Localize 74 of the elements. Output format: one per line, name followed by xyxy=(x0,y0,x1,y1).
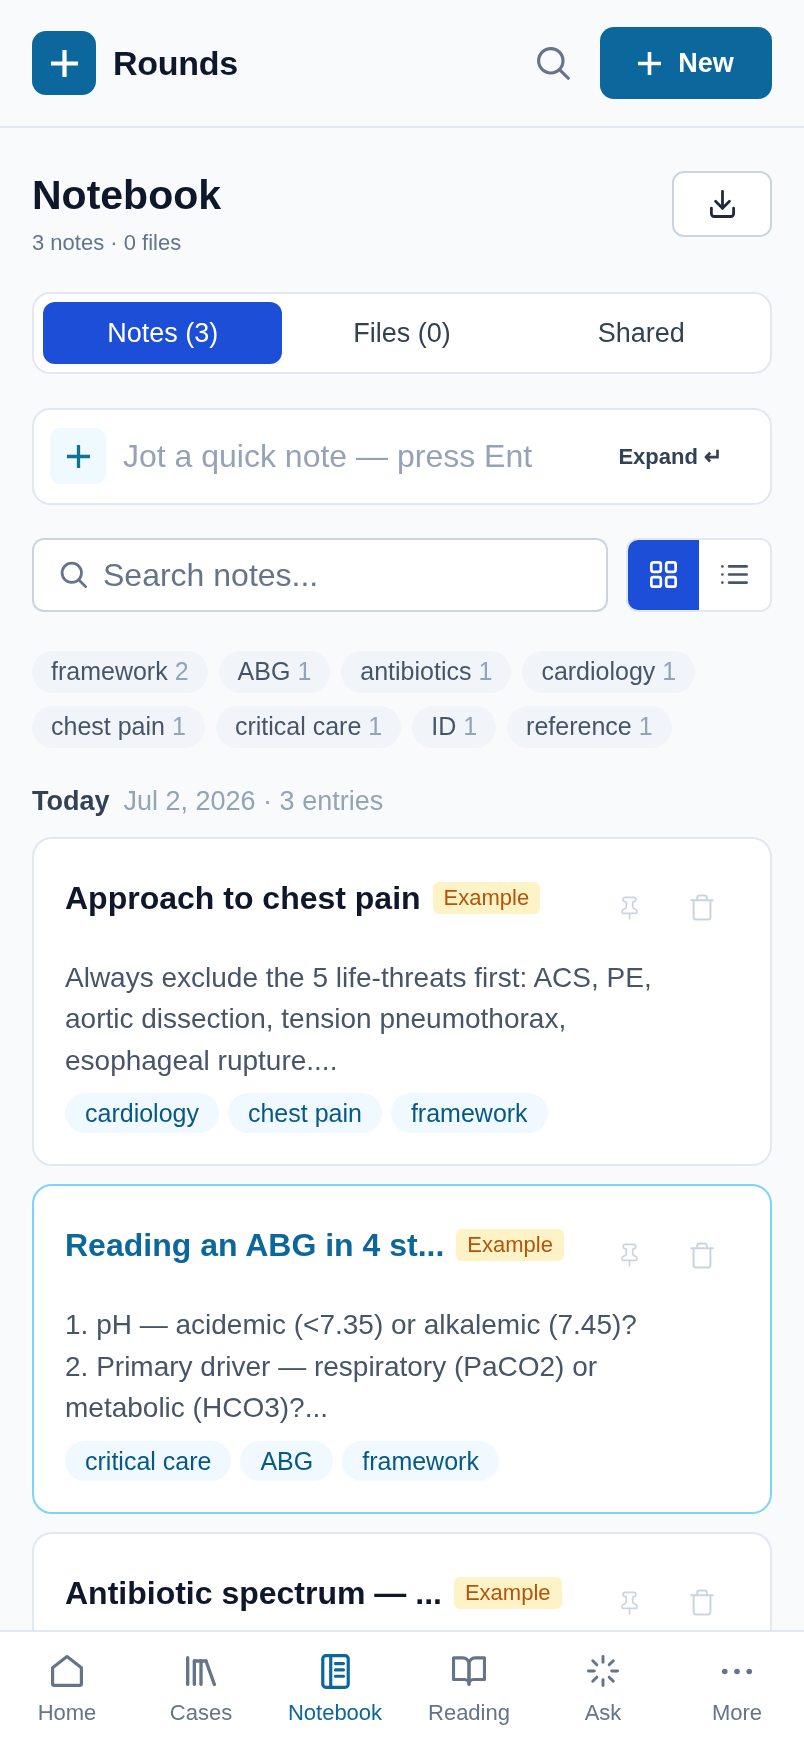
nav-label: More xyxy=(711,1700,763,1726)
search-button[interactable] xyxy=(536,46,570,80)
note-card[interactable]: Reading an ABG in 4 st... Example 1. pH — acidemic (<7.35) or alkalemic (7.45)? 2. Primary driver — respiratory (PaCO2) or metabolic (HCO3)?... critical care ABG framework xyxy=(32,1184,772,1514)
tag-filter-chip[interactable]: framework 2 xyxy=(32,650,208,693)
grid-icon xyxy=(650,561,677,589)
tab[interactable]: Notes (3) xyxy=(43,302,283,364)
app-title: Rounds xyxy=(113,42,238,84)
nav-label: Reading xyxy=(428,1700,510,1726)
nav-tab[interactable]: Ask xyxy=(536,1632,670,1748)
tag-filter-chip[interactable]: cardiology 1 xyxy=(522,650,696,693)
trash-icon xyxy=(690,1241,714,1269)
date-group-label: Today xyxy=(32,784,110,818)
plus-icon xyxy=(638,51,662,75)
example-badge: Example xyxy=(432,881,541,914)
note-title: Antibiotic spectrum — ... xyxy=(65,1573,442,1613)
more-icon xyxy=(721,1667,753,1675)
tag-filter-chip[interactable]: critical care 1 xyxy=(215,705,402,748)
note-title: Approach to chest pain xyxy=(65,878,421,918)
example-badge: Example xyxy=(456,1229,564,1262)
list-icon xyxy=(721,565,748,585)
plus-logo-icon xyxy=(32,31,96,95)
page-title: Notebook xyxy=(32,171,222,219)
note-count: 3 notes · 0 files xyxy=(32,229,183,257)
trash-icon xyxy=(690,1589,714,1617)
quick-note-input[interactable]: Jot a quick note — press Ent xyxy=(123,432,619,481)
nav-tab[interactable]: Reading xyxy=(402,1632,536,1748)
tag-filter-chip[interactable]: ID 1 xyxy=(412,705,497,748)
example-badge: Example xyxy=(453,1576,562,1609)
date-group-meta: Jul 2, 2026 · 3 entries xyxy=(123,784,384,818)
nav-label: Home xyxy=(37,1700,97,1726)
note-preview: Always exclude the 5 life-threats first: ACS, PE, aortic dissection, tension pneumothorax, esophageal rupture.... xyxy=(65,960,653,1078)
tag-filter-chip[interactable]: antibiotics 1 xyxy=(341,650,512,693)
notebook-icon xyxy=(320,1653,350,1689)
tag-filter-chip[interactable]: reference 1 xyxy=(507,705,672,748)
tag-filter-chip[interactable]: ABG 1 xyxy=(218,650,331,693)
delete-button[interactable] xyxy=(690,1589,714,1617)
download-button[interactable] xyxy=(672,171,772,237)
note-tag: framework xyxy=(390,1093,548,1134)
nav-label: Notebook xyxy=(287,1700,383,1726)
search-icon xyxy=(60,561,87,589)
delete-button[interactable] xyxy=(690,894,714,922)
note-tag: ABG xyxy=(240,1440,334,1481)
nav-tab[interactable]: Cases xyxy=(134,1632,268,1748)
note-title: Reading an ABG in 4 st... xyxy=(65,1226,445,1266)
note-card[interactable]: Approach to chest pain Example Always exclude the 5 life-threats first: ACS, PE, aortic dissection, tension pneumothorax, esophageal rupture.... cardiology chest pain framework xyxy=(32,836,772,1167)
add-note-icon[interactable] xyxy=(50,428,106,485)
tag-filter-chip[interactable]: chest pain 1 xyxy=(32,705,205,748)
note-tag: framework xyxy=(342,1440,499,1481)
nav-label: Cases xyxy=(169,1700,233,1726)
delete-button[interactable] xyxy=(690,1241,714,1269)
rays-icon xyxy=(587,1655,619,1687)
tab[interactable]: Shared xyxy=(521,302,761,364)
nav-tab[interactable]: Home xyxy=(0,1632,134,1748)
download-icon xyxy=(709,190,735,218)
note-tag: cardiology xyxy=(65,1093,219,1134)
search-icon xyxy=(536,46,570,80)
nav-tab[interactable]: More xyxy=(670,1632,804,1748)
open-book-icon xyxy=(452,1656,486,1686)
quick-note-field[interactable]: Jot a quick note — press Ent Expand ↵ xyxy=(32,407,772,505)
trash-icon xyxy=(690,894,714,922)
note-tag: chest pain xyxy=(227,1093,382,1134)
grid-view-button[interactable] xyxy=(628,539,699,610)
tab[interactable]: Files (0) xyxy=(282,302,522,364)
nav-label: Ask xyxy=(584,1700,622,1726)
new-button[interactable]: New xyxy=(600,27,772,99)
library-icon xyxy=(186,1656,216,1686)
home-icon xyxy=(51,1655,83,1687)
note-card[interactable]: Antibiotic spectrum — ... Example xyxy=(32,1531,772,1630)
expand-button[interactable]: Expand ↵ xyxy=(618,439,722,473)
note-preview: 1. pH — acidemic (<7.35) or alkalemic (7.45)? 2. Primary driver — respiratory (PaCO2) or metabolic (HCO3)?... xyxy=(65,1308,638,1426)
search-field[interactable]: Search notes... xyxy=(32,537,608,612)
search-input[interactable]: Search notes... xyxy=(103,550,606,599)
note-tag: critical care xyxy=(65,1440,232,1481)
nav-tab[interactable]: Notebook xyxy=(268,1632,402,1748)
